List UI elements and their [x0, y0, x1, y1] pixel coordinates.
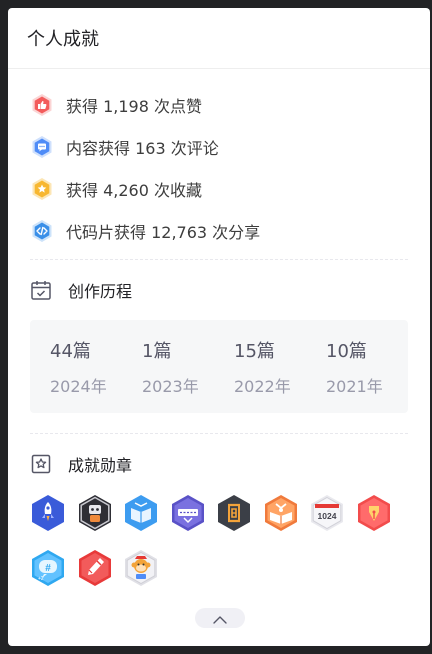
history-year: 2022年 — [234, 376, 291, 396]
pen-gift-badge-icon[interactable] — [356, 494, 392, 532]
reader-badge-icon[interactable] — [263, 494, 299, 532]
code-icon — [30, 219, 54, 243]
achievement-likes-text: 获得 1,198 次点赞 — [66, 97, 202, 116]
personal-achievements-card: 个人成就 获得 1,198 次点赞 内容获得 163 次评论 获得 4,260 … — [8, 8, 430, 646]
history-item-2024[interactable]: 44篇 2024年 — [30, 337, 122, 397]
history-item-2022[interactable]: 15篇 2022年 — [214, 337, 306, 397]
comment-icon — [30, 135, 54, 159]
history-count: 15篇 — [234, 340, 275, 362]
history-count: 1篇 — [142, 340, 172, 362]
achievement-list: 获得 1,198 次点赞 内容获得 163 次评论 获得 4,260 次收藏 代… — [8, 69, 430, 245]
chevron-up-icon — [213, 609, 227, 628]
svg-text:#: # — [45, 563, 51, 574]
rocket-badge-icon[interactable] — [30, 494, 66, 532]
robot-badge-icon[interactable] — [77, 494, 113, 532]
history-count: 10篇 — [326, 340, 367, 362]
badge-list: 1024 # +2 — [8, 494, 430, 604]
badges-heading: 成就勋章 — [8, 434, 430, 494]
calendar-icon — [30, 279, 52, 301]
achievement-favorites: 获得 4,260 次收藏 — [30, 175, 430, 203]
svg-text:+2: +2 — [38, 576, 44, 582]
pen-badge-icon[interactable] — [77, 549, 113, 587]
history-item-2023[interactable]: 1篇 2023年 — [122, 337, 214, 397]
achievement-code-shares: 代码片获得 12,763 次分享 — [30, 217, 430, 245]
badges-title: 成就勋章 — [68, 456, 133, 475]
creation-history-title: 创作历程 — [68, 282, 133, 301]
thumbs-up-icon — [30, 93, 54, 117]
achievement-code-shares-text: 代码片获得 12,763 次分享 — [66, 223, 261, 242]
blogger-badge-icon[interactable] — [170, 494, 206, 532]
topic-badge-icon[interactable]: # +2 — [30, 549, 66, 587]
monkey-badge-icon[interactable] — [123, 549, 159, 587]
creation-history-panel: 44篇 2024年 1篇 2023年 15篇 2022年 10篇 2021年 — [30, 320, 408, 413]
card-title: 个人成就 — [8, 8, 430, 69]
svg-text:1024: 1024 — [318, 511, 337, 521]
achievement-comments-text: 内容获得 163 次评论 — [66, 139, 219, 158]
1024-badge-icon[interactable]: 1024 — [309, 494, 345, 532]
history-year: 2023年 — [142, 376, 199, 396]
history-count: 44篇 — [50, 340, 91, 362]
achievement-comments: 内容获得 163 次评论 — [30, 133, 430, 161]
history-year: 2021年 — [326, 376, 383, 396]
persistence-badge-icon[interactable] — [216, 494, 252, 532]
history-item-2021[interactable]: 10篇 2021年 — [306, 337, 398, 397]
book-badge-icon[interactable] — [123, 494, 159, 532]
star-icon — [30, 177, 54, 201]
medal-icon — [30, 453, 52, 475]
achievement-favorites-text: 获得 4,260 次收藏 — [66, 181, 202, 200]
achievement-likes: 获得 1,198 次点赞 — [30, 91, 430, 119]
expand-collapse-button[interactable] — [195, 608, 245, 628]
history-year: 2024年 — [50, 376, 107, 396]
creation-history-heading: 创作历程 — [8, 260, 430, 320]
